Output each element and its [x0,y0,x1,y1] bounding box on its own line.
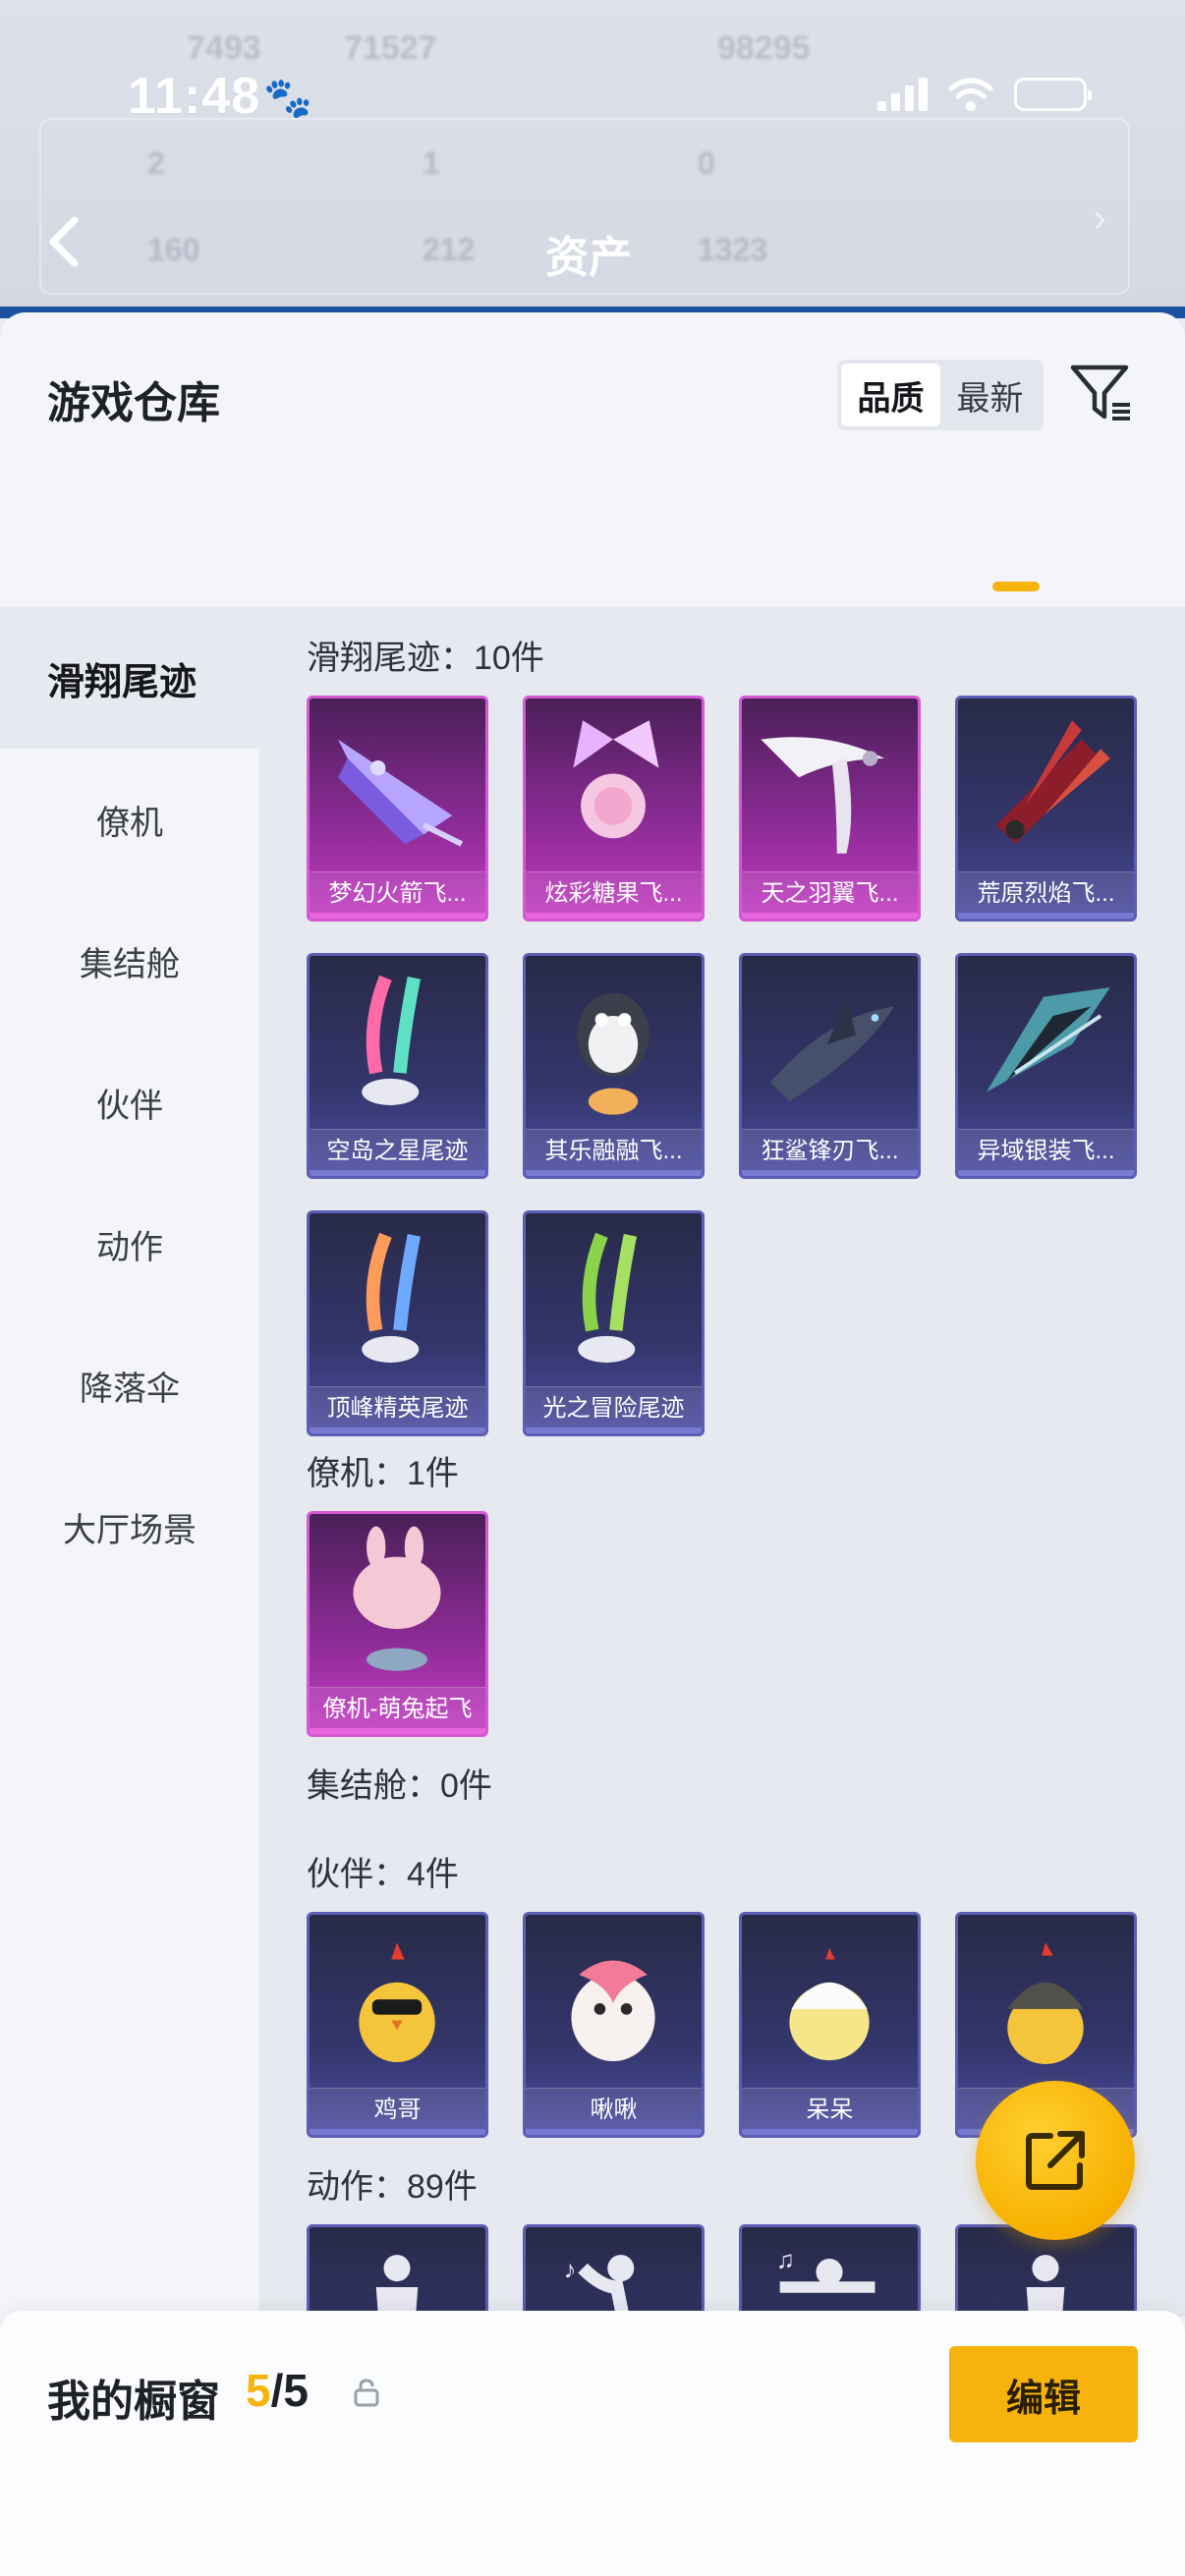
edit-button[interactable]: 编辑 [949,2346,1138,2442]
helmet-chicken-icon [1007,1942,1084,2064]
item-card[interactable]: 炫彩糖果飞... [523,696,705,922]
sort-toggle: 品质 最新 [837,360,1044,430]
item-name: 梦幻火箭飞... [310,871,485,919]
item-card[interactable]: 光之冒险尾迹 [523,1210,705,1436]
item-name: 顶峰精英尾迹 [310,1386,485,1433]
feather-wing-icon [761,737,885,854]
showcase-total: 5 [283,2365,309,2416]
item-name: 呆呆 [742,2088,918,2135]
jiujiu-icon [571,1960,655,2062]
share-icon [1026,2131,1085,2190]
svg-text:♪: ♪ [564,2256,577,2283]
elite-trail-icon [362,1232,422,1363]
candy-glider-icon [573,720,659,839]
sort-quality-button[interactable]: 品质 [841,364,940,426]
item-card[interactable]: 呆呆 [739,1912,921,2138]
item-name: 狂鲨锋刃飞... [742,1129,918,1176]
item-card[interactable]: 梦幻火箭飞... [307,696,488,922]
showcase-current: 5 [246,2365,271,2416]
wifi-icon [948,78,993,111]
item-name: 天之羽翼飞... [742,871,918,919]
sidebar-item-glide-trail[interactable]: 滑翔尾迹 [0,607,259,749]
status-icons [877,77,1092,112]
showcase-count: 5/5 [246,2364,309,2417]
showcase-label: 我的橱窗 [47,2378,220,2426]
subcategory-sidebar: 滑翔尾迹 僚机 集结舱 伙伴 动作 降落伞 大厅场景 [0,607,259,2317]
adventure-trail-icon [578,1232,638,1363]
item-card[interactable]: 鸡哥 [307,1912,488,2138]
item-card[interactable]: 天之羽翼飞... [739,696,921,922]
sidebar-item-lobby-scene[interactable]: 大厅场景 [0,1456,259,1597]
active-tab-indicator [992,582,1040,591]
status-time: 11:48 [128,68,261,125]
item-card[interactable]: 异域银装飞... [955,953,1137,1179]
bunny-wingman-icon [353,1526,441,1671]
item-card[interactable]: 其乐融融飞... [523,953,705,1179]
item-grid-pane: 滑翔尾迹：10件 梦幻火箭飞... 炫彩糖果飞... 天之羽翼飞... 荒原烈焰… [259,607,1185,2450]
lock-icon [354,2379,379,2407]
shark-glider-icon [770,996,894,1102]
silver-glider-icon [987,986,1110,1092]
penguin-glider-icon [577,992,649,1115]
item-name: 啾啾 [526,2088,702,2135]
sidebar-item-parachute[interactable]: 降落伞 [0,1315,259,1456]
item-name: 异域银装飞... [958,1129,1134,1176]
item-name: 鸡哥 [310,2088,485,2135]
item-name: 光之冒险尾迹 [526,1386,702,1433]
item-card[interactable]: 僚机-萌兔起飞 [307,1511,488,1737]
rainbow-trail-icon [362,975,422,1105]
item-name: 空岛之星尾迹 [310,1129,485,1176]
paw-icon: 🐾 [263,77,312,120]
svg-text:♫: ♫ [776,2247,795,2274]
battery-icon [1014,78,1092,111]
item-card[interactable]: 空岛之星尾迹 [307,953,488,1179]
item-name: 其乐融融飞... [526,1129,702,1176]
showcase-separator: / [270,2365,284,2416]
header-title: 资产 [545,234,632,282]
showcase-bar: 我的橱窗 5/5 编辑 [0,2311,1185,2576]
item-card[interactable]: 狂鲨锋刃飞... [739,953,921,1179]
share-button[interactable] [976,2081,1135,2240]
sidebar-item-pod[interactable]: 集结舱 [0,890,259,1032]
signal-icon [877,78,928,111]
section-label-glide: 滑翔尾迹：10件 [307,640,544,677]
flame-glider-icon [995,720,1110,845]
daidai-icon [789,1947,870,2061]
section-label-emote: 动作：89件 [307,2168,478,2206]
section-label-pod: 集结舱：0件 [307,1767,492,1805]
ghost-number: 98295 [717,29,811,67]
sidebar-item-partner[interactable]: 伙伴 [0,1032,259,1173]
sidebar-item-emote[interactable]: 动作 [0,1173,259,1315]
item-name: 僚机-萌兔起飞 [310,1687,485,1734]
sheet-title: 游戏仓库 [47,379,220,427]
sort-newest-button[interactable]: 最新 [940,364,1040,426]
item-card[interactable]: 顶峰精英尾迹 [307,1210,488,1436]
ghost-number: 7493 [187,29,261,67]
sidebar-item-wingman[interactable]: 僚机 [0,749,259,890]
item-name: 荒原烈焰飞... [958,871,1134,919]
back-arrow-icon[interactable] [43,214,83,269]
filter-icon[interactable] [1069,360,1134,424]
chicken-brother-icon [359,1942,435,2063]
rocket-glider-icon [338,739,464,847]
ghost-number: 71527 [344,29,437,67]
warehouse-sheet: 游戏仓库 品质 最新 时装823 枪械304 装备346 载具2 战备197 滑… [0,312,1185,2576]
item-card[interactable]: 啾啾 [523,1912,705,2138]
section-label-partner: 伙伴：4件 [307,1856,459,1893]
section-label-wingman: 僚机：1件 [307,1455,459,1492]
chevron-right-icon: › [1093,196,1106,240]
item-card[interactable]: 荒原烈焰飞... [955,696,1137,922]
item-name: 炫彩糖果飞... [526,871,702,919]
